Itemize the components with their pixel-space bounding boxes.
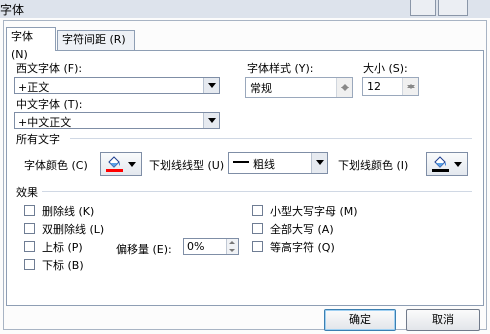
chevron-down-icon[interactable] — [203, 78, 219, 93]
font-size-label: 大小 (S): — [363, 62, 408, 75]
strikethrough-label[interactable]: 删除线 (K) — [42, 203, 94, 219]
font-size-list[interactable]: 12 — [362, 77, 419, 96]
offset-value: 0% — [187, 240, 205, 253]
small-caps-label[interactable]: 小型大写字母 (M) — [270, 203, 358, 219]
chevron-down-icon[interactable] — [311, 153, 327, 173]
help-button[interactable] — [410, 0, 436, 16]
equalize-height-label[interactable]: 等高字符 (Q) — [270, 239, 335, 255]
underline-style-select[interactable]: 粗线 — [228, 152, 328, 174]
font-color-button[interactable] — [100, 152, 142, 176]
asian-font-label: 中文字体 (T): — [16, 98, 83, 111]
paint-bucket-icon — [434, 156, 446, 168]
asian-font-select[interactable]: +中文正文 — [14, 112, 220, 129]
chevron-down-icon — [454, 162, 462, 167]
font-style-list[interactable]: 常规 — [245, 77, 353, 98]
tab-character-spacing[interactable]: 字符间距 (R) — [57, 30, 135, 50]
superscript-label[interactable]: 上标 (P) — [42, 239, 83, 255]
effects-heading: 效果 — [16, 186, 38, 199]
small-caps-checkbox[interactable] — [252, 205, 263, 216]
font-size-value[interactable]: 12 — [367, 80, 381, 93]
font-color-swatch — [106, 169, 123, 172]
tab-font[interactable]: 字体 (N) — [6, 27, 56, 61]
asian-font-value: +中文正文 — [18, 116, 72, 129]
all-text-divider — [70, 138, 472, 139]
underline-style-label: 下划线线型 (U) — [149, 159, 225, 172]
superscript-checkbox[interactable] — [24, 241, 35, 252]
offset-label: 偏移量 (E): — [116, 243, 172, 256]
window-title: 字体 — [0, 3, 25, 17]
font-style-label: 字体样式 (Y): — [247, 62, 314, 75]
all-caps-label[interactable]: 全部大写 (A) — [270, 221, 334, 237]
cancel-button[interactable]: 取消 — [406, 309, 480, 331]
paint-bucket-icon — [108, 156, 120, 168]
equalize-height-checkbox[interactable] — [252, 241, 263, 252]
double-strikethrough-label[interactable]: 双删除线 (L) — [42, 221, 104, 237]
font-dialog: 字体 字体 (N) 字符间距 (R) 西文字体 (F): +正文 中文字体 (T… — [0, 0, 490, 334]
tab-character-spacing-label: 字符间距 (R) — [62, 33, 126, 46]
underline-style-value: 粗线 — [253, 158, 275, 171]
ok-button[interactable]: 确定 — [324, 309, 396, 331]
title-bar: 字体 — [0, 0, 490, 18]
underline-sample-line — [233, 161, 249, 163]
subscript-checkbox[interactable] — [24, 259, 35, 270]
all-caps-checkbox[interactable] — [252, 223, 263, 234]
effects-divider — [42, 191, 472, 192]
offset-spin-buttons[interactable] — [226, 239, 238, 254]
underline-color-swatch — [432, 169, 449, 172]
font-style-value[interactable]: 常规 — [250, 80, 272, 96]
strikethrough-checkbox[interactable] — [24, 205, 35, 216]
chevron-down-icon — [128, 162, 136, 167]
all-text-heading: 所有文字 — [16, 133, 60, 146]
close-button[interactable] — [438, 0, 468, 16]
underline-color-button[interactable] — [426, 152, 468, 176]
font-color-label: 字体颜色 (C) — [24, 159, 88, 172]
double-strikethrough-checkbox[interactable] — [24, 223, 35, 234]
font-style-scrollbar[interactable] — [336, 78, 352, 97]
western-font-value: +正文 — [18, 81, 50, 94]
chevron-down-icon[interactable] — [203, 113, 219, 128]
underline-color-label: 下划线颜色 (I) — [338, 159, 409, 172]
font-size-scrollbar[interactable] — [402, 78, 418, 95]
offset-spinner[interactable]: 0% — [183, 238, 239, 255]
western-font-select[interactable]: +正文 — [14, 77, 220, 94]
subscript-label[interactable]: 下标 (B) — [42, 257, 84, 273]
